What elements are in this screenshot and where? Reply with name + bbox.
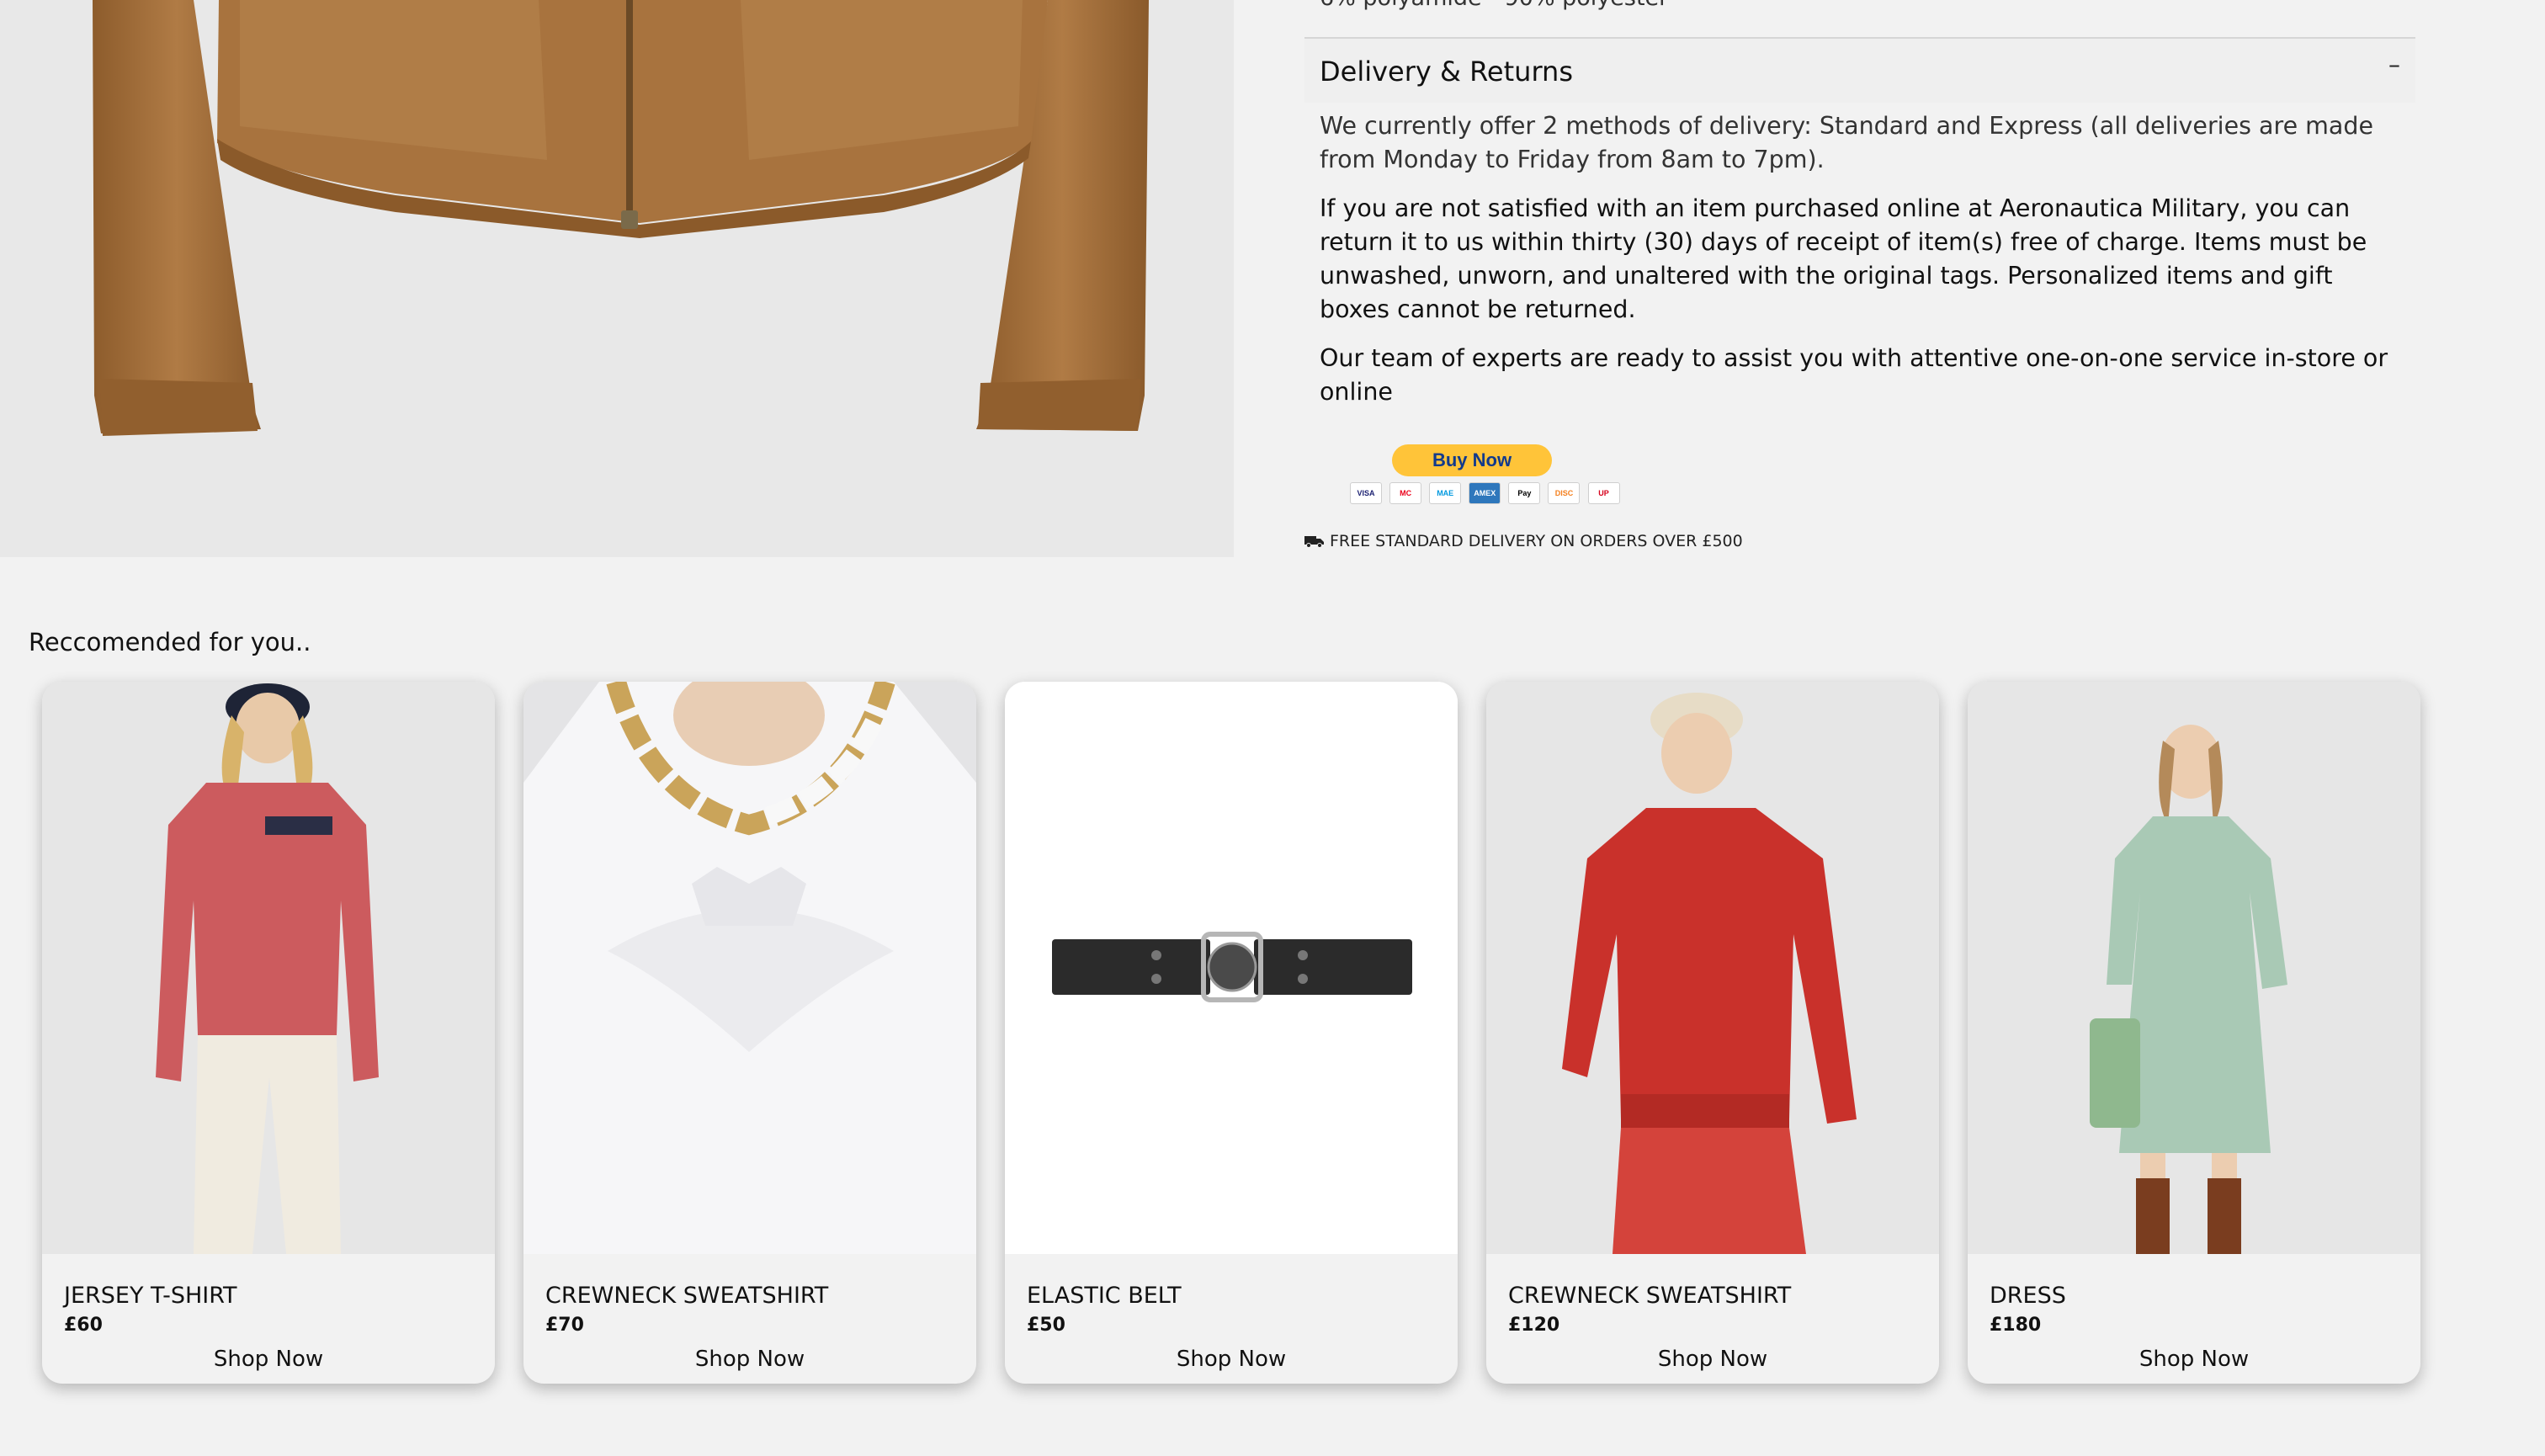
composition-text: 6% polyamide - 90% polyester bbox=[1320, 0, 1668, 11]
product-image[interactable] bbox=[1486, 682, 1939, 1254]
shop-now-link[interactable]: Shop Now bbox=[1486, 1347, 1939, 1372]
product-price: £50 bbox=[1027, 1315, 1065, 1336]
product-main-image bbox=[0, 0, 1234, 557]
visa-icon: VISA bbox=[1350, 482, 1382, 504]
delivery-info-text: We currently offer 2 methods of delivery… bbox=[1320, 112, 2374, 173]
accordion-title: Delivery & Returns bbox=[1320, 56, 1573, 88]
shop-now-link[interactable]: Shop Now bbox=[42, 1347, 495, 1372]
product-name: CREWNECK SWEATSHIRT bbox=[545, 1283, 829, 1309]
paypal-buy-now-button[interactable]: Buy Now bbox=[1392, 444, 1552, 476]
returns-info-text: If you are not satisfied with an item pu… bbox=[1320, 194, 2367, 323]
discover-icon: DISC bbox=[1548, 482, 1581, 504]
shop-now-link[interactable]: Shop Now bbox=[523, 1347, 976, 1372]
product-price: £180 bbox=[1990, 1315, 2042, 1336]
product-image[interactable] bbox=[1968, 682, 2420, 1254]
experts-info-text: Our team of experts are ready to assist … bbox=[1320, 344, 2388, 406]
truck-icon bbox=[1304, 534, 1325, 552]
product-price: £120 bbox=[1508, 1315, 1560, 1336]
product-card[interactable]: CREWNECK SWEATSHIRT £70 Shop Now bbox=[523, 682, 976, 1384]
product-name: DRESS bbox=[1990, 1283, 2066, 1309]
product-price: £60 bbox=[64, 1315, 103, 1336]
product-image[interactable] bbox=[1005, 682, 1458, 1254]
product-card[interactable]: ELASTIC BELT £50 Shop Now bbox=[1005, 682, 1458, 1384]
recommended-heading: Reccomended for you.. bbox=[29, 628, 311, 656]
product-card[interactable]: CREWNECK SWEATSHIRT £120 Shop Now bbox=[1486, 682, 1939, 1384]
product-name: ELASTIC BELT bbox=[1027, 1283, 1182, 1309]
product-image[interactable] bbox=[42, 682, 495, 1254]
product-price: £70 bbox=[545, 1315, 584, 1336]
unionpay-icon: UP bbox=[1587, 482, 1620, 504]
delivery-returns-accordion-header[interactable]: Delivery & Returns – bbox=[1304, 39, 2415, 103]
mastercard-icon: MC bbox=[1389, 482, 1422, 504]
apple-pay-icon: Pay bbox=[1508, 482, 1541, 504]
delivery-returns-content: We currently offer 2 methods of delivery… bbox=[1320, 109, 2405, 424]
maestro-icon: MAE bbox=[1429, 482, 1462, 504]
product-card[interactable]: JERSEY T-SHIRT £60 Shop Now bbox=[42, 682, 495, 1384]
product-name: JERSEY T-SHIRT bbox=[64, 1283, 237, 1309]
free-delivery-text: FREE STANDARD DELIVERY ON ORDERS OVER £5… bbox=[1330, 532, 1743, 550]
shop-now-link[interactable]: Shop Now bbox=[1005, 1347, 1458, 1372]
recommended-products: JERSEY T-SHIRT £60 Shop Now CREWNECK SWE… bbox=[29, 656, 2436, 1456]
free-delivery-banner: FREE STANDARD DELIVERY ON ORDERS OVER £5… bbox=[1304, 532, 1743, 552]
product-image[interactable] bbox=[523, 682, 976, 1254]
amex-icon: AMEX bbox=[1469, 482, 1501, 504]
payment-methods: VISA MC MAE AMEX Pay DISC UP bbox=[1350, 482, 1623, 506]
product-card[interactable]: DRESS £180 Shop Now bbox=[1968, 682, 2420, 1384]
shop-now-link[interactable]: Shop Now bbox=[1968, 1347, 2420, 1372]
product-name: CREWNECK SWEATSHIRT bbox=[1508, 1283, 1792, 1309]
collapse-toggle-icon[interactable]: – bbox=[2388, 50, 2400, 78]
